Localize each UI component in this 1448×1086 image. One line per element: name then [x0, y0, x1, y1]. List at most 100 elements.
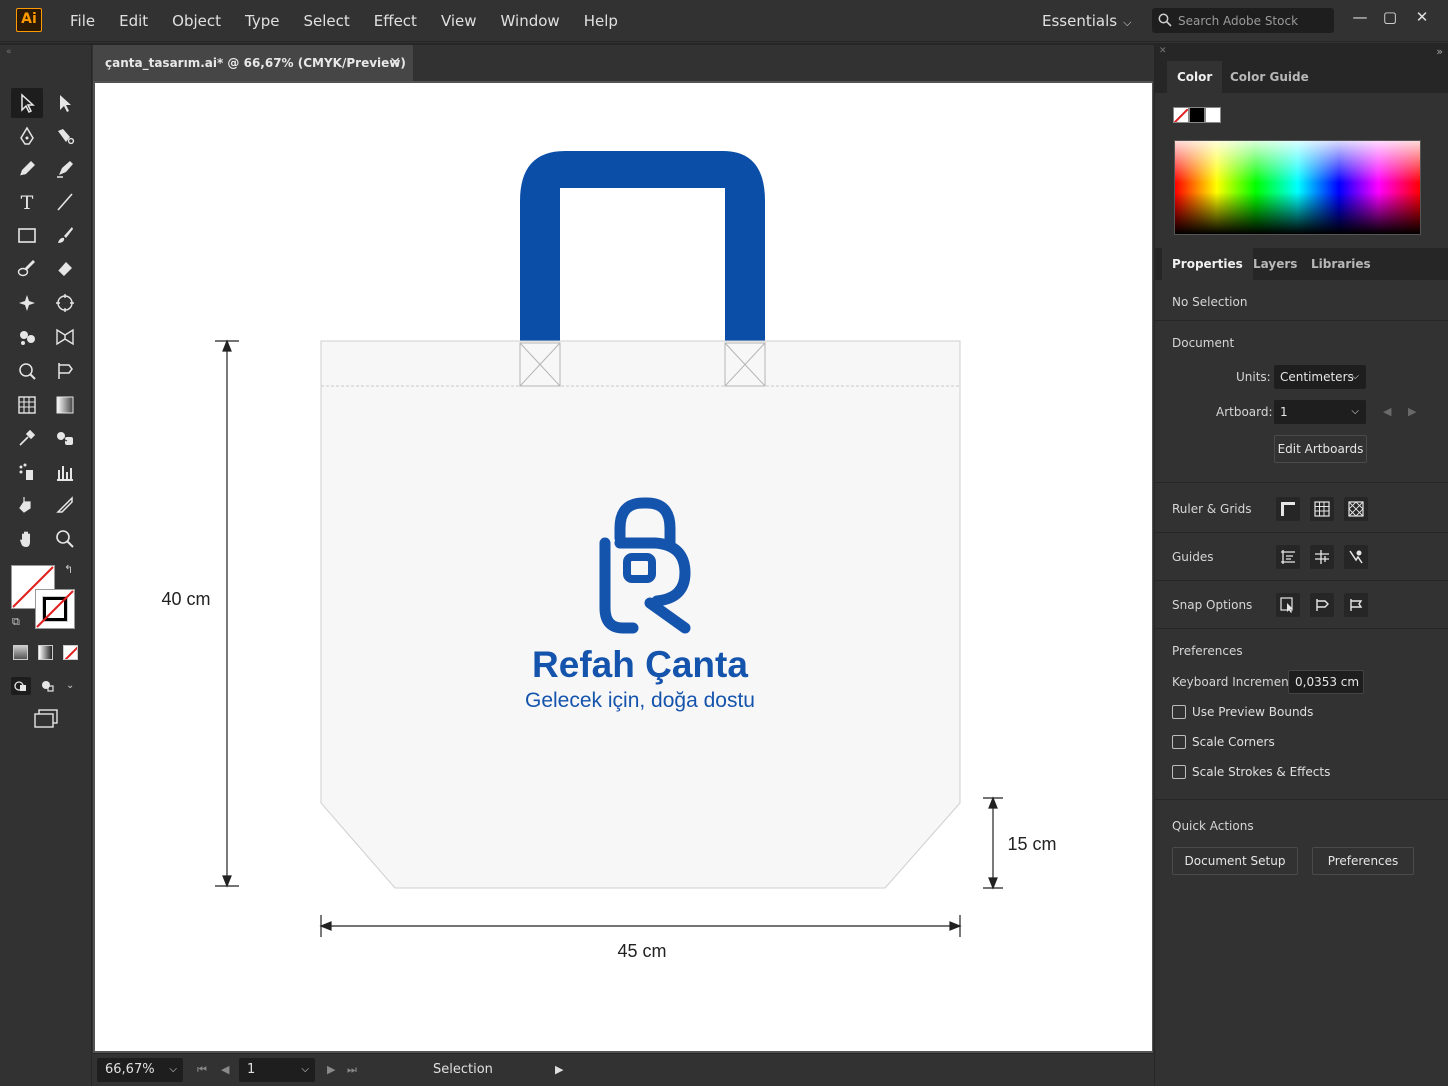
artboard-navigation-select[interactable]: 1 ⌵ [239, 1058, 315, 1082]
shaper-tool-icon[interactable] [49, 154, 81, 184]
checkbox-box[interactable] [1172, 705, 1186, 719]
menu-edit[interactable]: Edit [107, 0, 160, 42]
checkbox-box[interactable] [1172, 765, 1186, 779]
stock-search[interactable] [1152, 8, 1334, 33]
hand-tool-icon[interactable] [11, 524, 43, 554]
scale-strokes-effects-checkbox[interactable]: Scale Strokes & Effects [1172, 765, 1330, 779]
collapse-panels-icon[interactable]: » [1436, 45, 1443, 58]
menu-effect[interactable]: Effect [362, 0, 429, 42]
curvature-tool-icon[interactable] [49, 121, 81, 151]
slice-tool-icon[interactable] [11, 490, 43, 520]
menu-view[interactable]: View [429, 0, 489, 42]
artboard-select[interactable]: 1 ⌵ [1274, 400, 1366, 424]
none-color-chip[interactable] [1173, 107, 1189, 123]
none-mode-icon[interactable] [63, 645, 78, 660]
canvas[interactable]: Refah Çanta Gelecek için, doğa dostu 40 … [93, 81, 1153, 1053]
gradient-tool-icon[interactable] [49, 390, 81, 420]
workspace-switcher[interactable]: Essentials ⌵ [1042, 0, 1131, 42]
scale-corners-checkbox[interactable]: Scale Corners [1172, 735, 1275, 749]
use-preview-bounds-checkbox[interactable]: Use Preview Bounds [1172, 705, 1313, 719]
document-tab[interactable]: çanta_tasarım.ai* @ 66,67% (CMYK/Preview… [93, 45, 413, 81]
knife-tool-icon[interactable] [49, 490, 81, 520]
tab-properties[interactable]: Properties [1162, 248, 1253, 280]
grid-icon[interactable] [1310, 497, 1334, 521]
snap-to-glyph-icon[interactable] [1344, 593, 1368, 617]
first-artboard-icon[interactable]: ⏮ [197, 1058, 207, 1082]
previous-artboard-icon[interactable]: ◀ [1383, 405, 1391, 418]
grip-icon[interactable]: « [6, 47, 12, 57]
snap-to-pixel-icon[interactable] [1310, 593, 1334, 617]
paintbrush-tool-icon[interactable] [49, 220, 81, 250]
column-graph-tool-icon[interactable] [49, 457, 81, 487]
live-paint-tool-icon[interactable] [11, 356, 43, 386]
gradient-mode-icon[interactable] [38, 645, 53, 660]
document-setup-button[interactable]: Document Setup [1172, 847, 1298, 875]
blob-brush-tool-icon[interactable] [11, 253, 43, 283]
bag-body[interactable] [320, 340, 961, 889]
preferences-button[interactable]: Preferences [1312, 847, 1414, 875]
close-icon[interactable]: ✕ [389, 45, 401, 81]
menu-window[interactable]: Window [489, 0, 572, 42]
tab-color-guide[interactable]: Color Guide [1220, 61, 1319, 93]
draw-normal-icon[interactable] [11, 677, 31, 695]
pencil-tool-icon[interactable] [11, 154, 43, 184]
smart-guides-icon[interactable] [1344, 545, 1368, 569]
color-spectrum[interactable] [1174, 140, 1421, 235]
snap-to-point-icon[interactable] [1276, 593, 1300, 617]
zoom-tool-icon[interactable] [49, 524, 81, 554]
chevron-down-icon[interactable]: ⌄ [66, 677, 74, 695]
perspective-grid-tool-icon[interactable] [49, 322, 81, 352]
keyboard-increment-input[interactable] [1288, 670, 1364, 694]
next-artboard-icon[interactable]: ▶ [1408, 405, 1416, 418]
edit-artboards-button[interactable]: Edit Artboards [1274, 435, 1367, 463]
units-select[interactable]: Centimeters ⌵ [1274, 365, 1366, 389]
menu-file[interactable]: File [58, 0, 107, 42]
menu-help[interactable]: Help [572, 0, 630, 42]
rectangle-tool-icon[interactable] [11, 220, 43, 250]
close-window-icon[interactable]: ✕ [1410, 6, 1434, 30]
type-tool-icon[interactable]: T [11, 187, 43, 217]
white-color-chip[interactable] [1205, 107, 1221, 123]
direct-selection-tool-icon[interactable] [49, 88, 81, 118]
change-screen-mode-icon[interactable] [32, 708, 60, 734]
free-transform-tool-icon[interactable] [49, 288, 81, 318]
checkbox-box[interactable] [1172, 735, 1186, 749]
menu-object[interactable]: Object [160, 0, 233, 42]
zoom-select[interactable]: 66,67% ⌵ [97, 1058, 183, 1082]
color-mode-icon[interactable] [13, 645, 28, 660]
tab-libraries[interactable]: Libraries [1301, 248, 1381, 280]
selection-tool-icon[interactable] [11, 88, 43, 118]
stroke-swatch[interactable] [35, 589, 75, 629]
left-handle[interactable] [520, 151, 765, 341]
stock-search-input[interactable] [1178, 8, 1328, 33]
artboard-tool-icon[interactable] [49, 356, 81, 386]
default-colors-icon[interactable]: ⧉ [12, 615, 20, 629]
status-menu-arrow-icon[interactable]: ▶ [555, 1058, 563, 1082]
menu-select[interactable]: Select [291, 0, 361, 42]
pen-tool-icon[interactable] [11, 121, 43, 151]
transparency-grid-icon[interactable] [1344, 497, 1368, 521]
shape-builder-tool-icon[interactable] [11, 322, 43, 352]
menu-type[interactable]: Type [233, 0, 291, 42]
grip-icon[interactable]: ✕ [1159, 46, 1167, 56]
tab-layers[interactable]: Layers [1243, 248, 1307, 280]
tab-color[interactable]: Color [1167, 61, 1223, 93]
minimize-icon[interactable]: — [1348, 6, 1372, 30]
maximize-icon[interactable]: ▢ [1378, 6, 1402, 30]
puppet-warp-tool-icon[interactable] [11, 288, 43, 318]
eraser-tool-icon[interactable] [49, 253, 81, 283]
show-guides-icon[interactable] [1276, 545, 1300, 569]
mesh-tool-icon[interactable] [11, 390, 43, 420]
current-tool-status[interactable]: Selection [433, 1058, 493, 1082]
black-color-chip[interactable] [1189, 107, 1205, 123]
swap-fill-stroke-icon[interactable]: ↰ [64, 563, 73, 576]
line-tool-icon[interactable] [49, 187, 81, 217]
lock-guides-icon[interactable] [1310, 545, 1334, 569]
draw-behind-icon[interactable] [38, 677, 58, 695]
blend-tool-icon[interactable] [49, 423, 81, 453]
symbol-sprayer-tool-icon[interactable] [11, 457, 43, 487]
next-artboard-icon[interactable]: ▶ [327, 1058, 335, 1082]
previous-artboard-icon[interactable]: ◀ [221, 1058, 229, 1082]
artboard[interactable]: Refah Çanta Gelecek için, doğa dostu 40 … [95, 83, 1152, 1051]
last-artboard-icon[interactable]: ⏭ [347, 1058, 357, 1082]
